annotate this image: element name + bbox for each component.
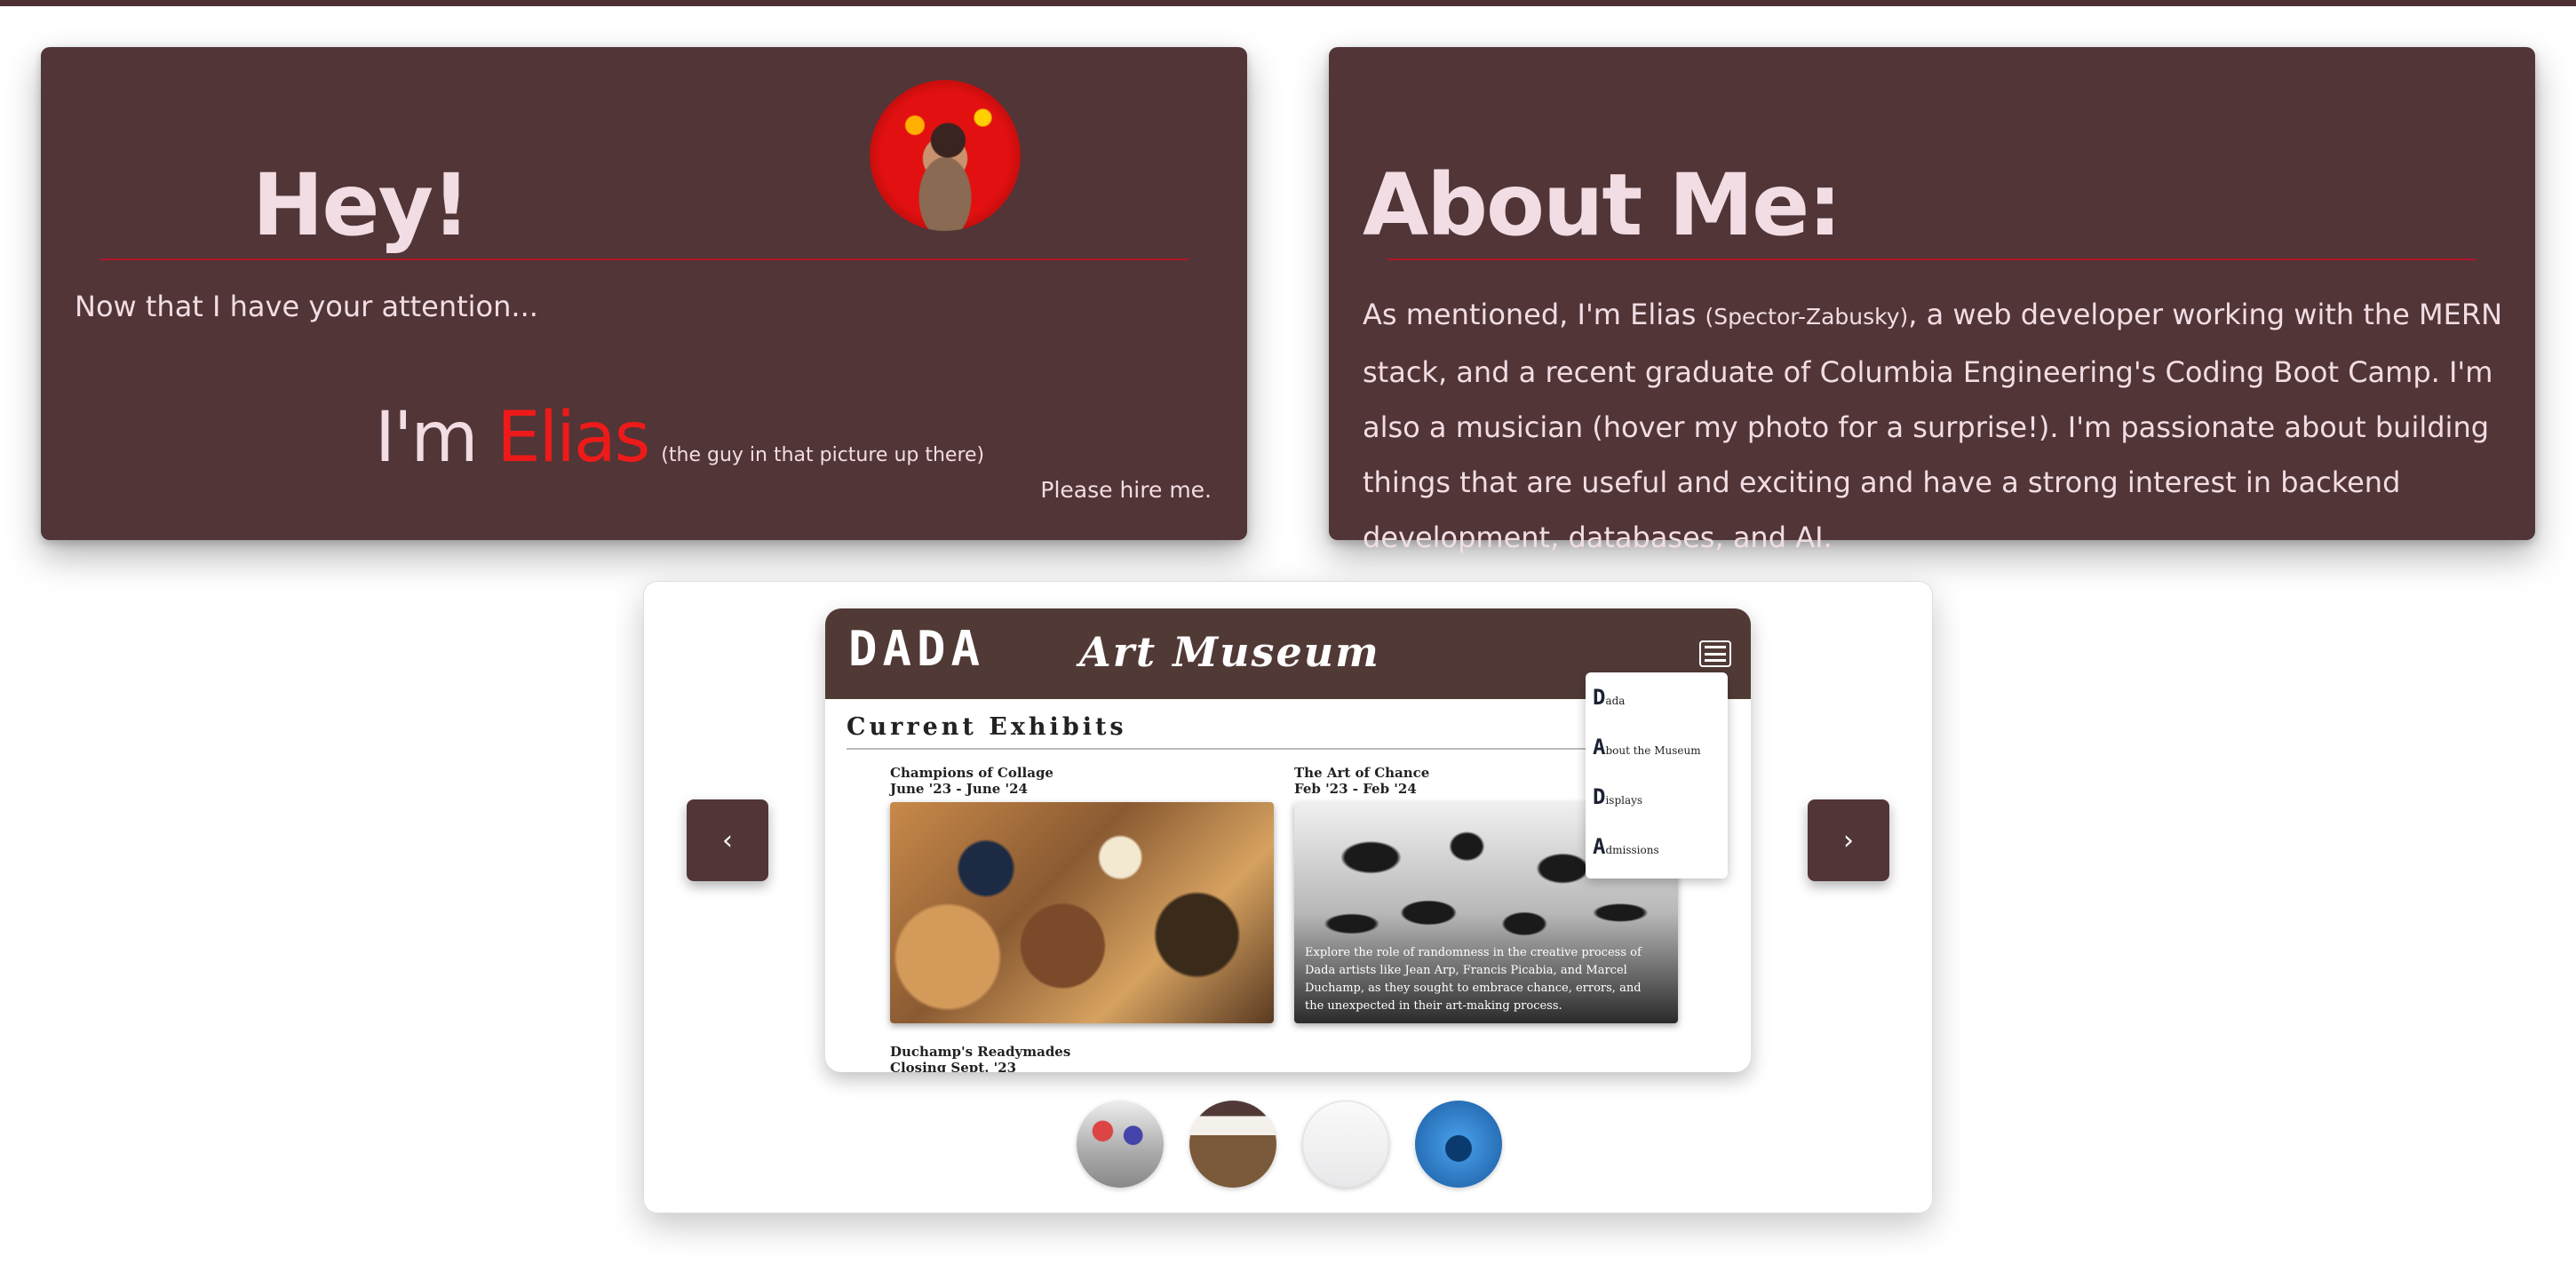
intro-card: Hey! Now that I have your attention... I… [41,47,1247,540]
exhibit-title: Duchamp's Readymades [890,1044,1071,1060]
divider [1387,258,2477,260]
top-bar [0,0,2576,6]
museum-title: Art Museum [1079,628,1380,676]
menu-item-dada[interactable]: Dada [1593,685,1721,735]
dada-logo: DADA [848,621,986,677]
hire-text: Please hire me. [1040,477,1212,503]
name-line: I'm Elias (the guy in that picture up the… [375,398,984,478]
exhibits-divider [847,748,1593,750]
exhibit-caption: Explore the role of randomness in the cr… [1305,946,1642,1013]
exhibit-label: The Art of Chance Feb '23 - Feb '24 [1294,765,1429,797]
exhibit-dates: Feb '23 - Feb '24 [1294,781,1417,797]
name-highlight: Elias [497,398,650,478]
carousel-thumbnail-3[interactable] [1302,1101,1389,1188]
carousel-thumbnail-4[interactable] [1415,1101,1502,1188]
menu-item-displays[interactable]: Displays [1593,784,1721,834]
menu-item-admissions[interactable]: Admissions [1593,834,1721,884]
im-text: I'm [375,398,497,478]
carousel-thumbnail-2[interactable] [1189,1101,1276,1188]
nav-dropdown: Dada About the Museum Displays Admission… [1586,672,1728,879]
carousel-prev-button[interactable]: ‹ [687,799,768,881]
menu-item-about[interactable]: About the Museum [1593,735,1721,784]
menu-cap: A [1593,834,1606,859]
carousel-thumbnail-1[interactable] [1077,1101,1164,1188]
exhibit-image-collage [890,802,1274,1023]
about-card: About Me: As mentioned, I'm Elias (Spect… [1329,47,2535,554]
exhibit-label: Champions of Collage June '23 - June '24 [890,765,1053,797]
intro-heading: Hey! [252,155,471,255]
exhibit-title: Champions of Collage [890,765,1053,781]
menu-cap: D [1593,685,1606,710]
exhibit-title: The Art of Chance [1294,765,1430,781]
menu-label: bout the Museum [1605,744,1701,757]
attention-text: Now that I have your attention... [75,290,538,323]
menu-label: isplays [1605,794,1643,807]
menu-cap: D [1593,784,1606,809]
menu-label: ada [1605,695,1626,707]
about-heading: About Me: [1363,155,1842,255]
about-text-rest: , a web developer working with the MERN … [1363,298,2503,554]
carousel-next-button[interactable]: › [1808,799,1889,881]
menu-cap: A [1593,735,1606,759]
exhibit-dates: June '23 - June '24 [890,781,1028,797]
name-note: (the guy in that picture up there) [661,444,985,466]
exhibits-heading: Current Exhibits [847,713,1127,741]
exhibit-dates: Closing Sept. '23 [890,1060,1017,1072]
exhibit-label: Duchamp's Readymades Closing Sept. '23 [890,1044,1070,1072]
about-text-surname: (Spector-Zabusky) [1705,304,1909,330]
hamburger-menu-icon[interactable] [1699,640,1731,667]
menu-label: dmissions [1605,844,1659,856]
about-paragraph: As mentioned, I'm Elias (Spector-Zabusky… [1363,287,2513,565]
carousel-slide[interactable]: DADA Art Museum Current Exhibits Champio… [825,608,1751,1072]
profile-photo[interactable] [870,80,1021,231]
project-carousel: ‹ › DADA Art Museum Current Exhibits Cha… [643,581,1933,1213]
divider [99,258,1189,260]
about-text-start: As mentioned, I'm Elias [1363,298,1705,331]
